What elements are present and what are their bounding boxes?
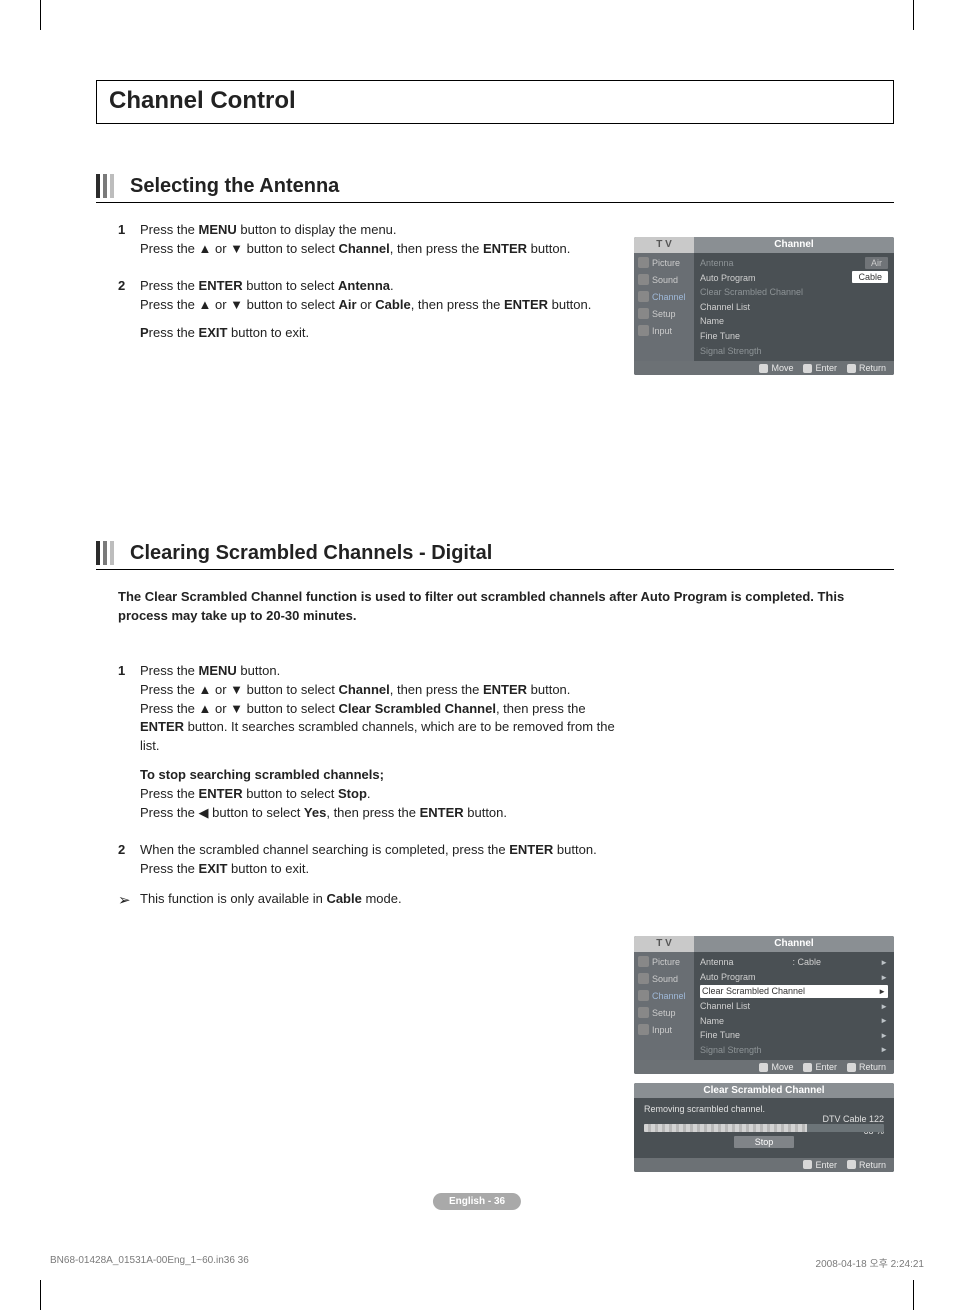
note-arrow-icon: ➢ xyxy=(118,890,140,911)
input-icon xyxy=(638,1024,649,1035)
input-icon xyxy=(638,325,649,336)
crop-mark xyxy=(40,1280,41,1310)
side-label: Picture xyxy=(652,258,680,268)
step-number: 2 xyxy=(118,277,140,344)
step-text: Press the MENU button to display the men… xyxy=(140,221,620,259)
osd-header-right: Channel xyxy=(694,237,894,253)
menu-item: Fine Tune xyxy=(700,330,888,343)
enter-icon xyxy=(803,1160,812,1169)
page-badge: English - 36 xyxy=(433,1193,521,1210)
setup-icon xyxy=(638,308,649,319)
dialog-status: Removing scrambled channel. xyxy=(644,1104,884,1114)
return-icon xyxy=(847,364,856,373)
step-number: 1 xyxy=(118,662,140,823)
menu-item: Channel List► xyxy=(700,1000,888,1013)
channel-icon xyxy=(638,990,649,1001)
osd-header-right: Channel xyxy=(694,936,894,952)
side-label: Picture xyxy=(652,957,680,967)
footer-move: Move xyxy=(771,363,793,373)
move-icon xyxy=(759,1063,768,1072)
sound-icon xyxy=(638,274,649,285)
side-label: Channel xyxy=(652,292,686,302)
footer-move: Move xyxy=(771,1062,793,1072)
return-icon xyxy=(847,1160,856,1169)
sound-icon xyxy=(638,973,649,984)
menu-item-selected: Clear Scrambled Channel► xyxy=(700,985,888,998)
section-intro: The Clear Scrambled Channel function is … xyxy=(118,588,894,626)
setup-icon xyxy=(638,1007,649,1018)
enter-icon xyxy=(803,1063,812,1072)
section-marker xyxy=(96,174,114,198)
side-label: Setup xyxy=(652,309,676,319)
picture-icon xyxy=(638,257,649,268)
step-text: Press the ENTER button to select Antenna… xyxy=(140,277,620,344)
side-label: Channel xyxy=(652,991,686,1001)
menu-item: Signal Strength► xyxy=(700,1044,888,1057)
return-icon xyxy=(847,1063,856,1072)
menu-item: Clear Scrambled Channel xyxy=(700,286,888,299)
footer-enter: Enter xyxy=(815,1160,837,1170)
picture-icon xyxy=(638,956,649,967)
menu-item: Auto Program► xyxy=(700,971,888,984)
section-title: Selecting the Antenna xyxy=(130,175,339,198)
option-air: Air xyxy=(865,257,888,269)
footer-return: Return xyxy=(859,1062,886,1072)
osd-screenshot-1: T V Channel Picture Sound Channel Setup … xyxy=(634,237,894,375)
enter-icon xyxy=(803,364,812,373)
page-title: Channel Control xyxy=(96,80,894,124)
channel-icon xyxy=(638,291,649,302)
osd-screenshot-3: Clear Scrambled Channel Removing scrambl… xyxy=(634,1083,894,1171)
menu-item: Antenna: Cable► xyxy=(700,956,888,969)
osd-header-left: T V xyxy=(634,936,694,952)
progress-bar xyxy=(644,1124,884,1132)
osd-screenshot-2: T V Channel Picture Sound Channel Setup … xyxy=(634,936,894,1074)
stop-button: Stop xyxy=(734,1136,794,1148)
osd-header-left: T V xyxy=(634,237,694,253)
dialog-title: Clear Scrambled Channel xyxy=(634,1083,894,1098)
move-icon xyxy=(759,364,768,373)
side-label: Sound xyxy=(652,974,678,984)
side-label: Input xyxy=(652,326,672,336)
step-text: When the scrambled channel searching is … xyxy=(140,841,620,879)
footer-return: Return xyxy=(859,363,886,373)
crop-mark xyxy=(913,1280,914,1310)
footer-left: BN68-01428A_01531A-00Eng_1~60.in36 36 xyxy=(50,1255,249,1270)
menu-item: Channel List xyxy=(700,301,888,314)
menu-item: Name xyxy=(700,315,888,328)
footer-enter: Enter xyxy=(815,1062,837,1072)
step-number: 2 xyxy=(118,841,140,879)
footer-right: 2008-04-18 오후 2:24:21 xyxy=(816,1255,924,1270)
side-label: Setup xyxy=(652,1008,676,1018)
section-marker xyxy=(96,541,114,565)
menu-item: Signal Strength xyxy=(700,345,888,358)
option-cable: Cable xyxy=(852,271,888,283)
side-label: Input xyxy=(652,1025,672,1035)
menu-item: Fine Tune► xyxy=(700,1029,888,1042)
note-text: This function is only available in Cable… xyxy=(140,890,620,909)
section-title: Clearing Scrambled Channels - Digital xyxy=(130,542,492,565)
step-text: Press the MENU button.Press the ▲ or ▼ b… xyxy=(140,662,620,823)
side-label: Sound xyxy=(652,275,678,285)
footer-enter: Enter xyxy=(815,363,837,373)
crop-mark xyxy=(913,0,914,30)
crop-mark xyxy=(40,0,41,30)
menu-item: Name► xyxy=(700,1015,888,1028)
step-number: 1 xyxy=(118,221,140,259)
footer-return: Return xyxy=(859,1160,886,1170)
